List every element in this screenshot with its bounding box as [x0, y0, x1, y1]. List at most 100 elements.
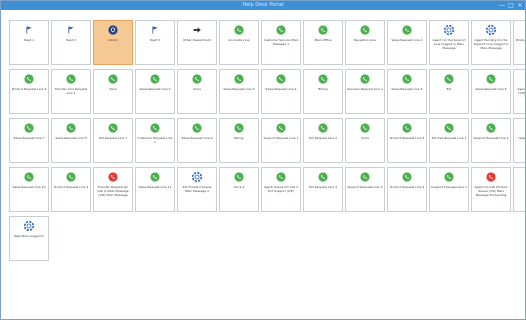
tile-label: Product Request Line 4 [53, 185, 89, 189]
tile[interactable]: Support Changes Line 1 [429, 167, 469, 212]
tile-label: Agent On the Support Line Logged in Main… [432, 38, 466, 50]
tile[interactable]: Voice [345, 118, 385, 163]
tile-label: Billing [318, 87, 328, 91]
tile[interactable]: Dept 2 [51, 20, 91, 65]
tile[interactable]: Ext Forward Queue Main Message 2 [177, 167, 217, 212]
tile[interactable]: Billing [219, 118, 259, 163]
tile[interactable]: Agent On Call Product Queue (VIP) Main M… [471, 167, 511, 212]
tile[interactable]: Reception Line [345, 20, 385, 65]
phone-green-icon [486, 74, 496, 84]
tile[interactable]: Agent Pending On the Support Line Logged… [471, 20, 511, 65]
tile[interactable]: Accounts Line [219, 20, 259, 65]
tile[interactable]: Sales Request Line 4 [261, 69, 301, 114]
tile[interactable]: Main Office [303, 20, 343, 65]
tile[interactable]: Admin [93, 20, 133, 65]
tile[interactable]: Product Request Line 1 [513, 20, 525, 65]
phone-green-icon [276, 25, 286, 35]
tile[interactable]: Billing [303, 69, 343, 114]
phone-green-icon [234, 172, 244, 182]
tile[interactable]: Ext Request Line 3 [303, 167, 343, 212]
tile[interactable]: Services Request Line 1 [345, 69, 385, 114]
tile[interactable]: Sales Request Line 5 [387, 69, 427, 114]
help-disc-icon [108, 25, 118, 35]
tile[interactable]: Dept 1 [9, 20, 49, 65]
tile-label: Main Office [314, 38, 332, 42]
flag-icon [24, 25, 34, 35]
tile-label: Reception Line [353, 38, 377, 42]
tile[interactable]: Voice [177, 69, 217, 114]
phone-green-icon [192, 123, 202, 133]
tile-label: Sales Request Line 5 [391, 87, 423, 91]
flag-icon [66, 25, 76, 35]
tile[interactable]: Ext [429, 69, 469, 114]
tile[interactable]: Dept 3 [135, 20, 175, 65]
close-button[interactable]: × [517, 1, 523, 10]
phone-green-icon [276, 172, 286, 182]
tile[interactable]: Product Request Line 3 [387, 118, 427, 163]
phone-green-icon [234, 25, 244, 35]
title-bar[interactable]: Help Desk Portal — □ × [1, 1, 525, 10]
tile-label: Transfer Line Request Line 1 [54, 87, 88, 95]
phone-green-icon [402, 74, 412, 84]
tile-label: Sales Request Line 10 [12, 185, 46, 189]
tile[interactable]: Sales Request Line 3 [219, 69, 259, 114]
phone-green-icon [360, 25, 370, 35]
tile[interactable]: Ext Request Line 2 [303, 118, 343, 163]
tile-label: Support Changes Line 1 [431, 185, 467, 189]
tile[interactable]: Sales Request Line 7 [9, 118, 49, 163]
tile-label: Agent On Call Product Queue (VIP) Main M… [474, 185, 508, 197]
lifebuoy-icon [486, 25, 496, 35]
phone-green-icon [66, 123, 76, 133]
phone-green-icon [66, 172, 76, 182]
lifebuoy-icon [192, 172, 202, 182]
tile[interactable]: Help Main Message Line 2 [513, 118, 525, 163]
tile-label: Customer Service Main Message 1 [263, 38, 299, 46]
tile[interactable]: Sales Request Line 10 [9, 167, 49, 212]
tile-label: Dept 3 [149, 38, 161, 42]
flag-icon [150, 25, 160, 35]
minimize-button[interactable]: — [499, 1, 505, 10]
tile[interactable]: Ext Request Line 1 [93, 118, 133, 163]
tile[interactable]: Voice 2 [219, 167, 259, 212]
tile[interactable]: Product Request Line 2 [9, 69, 49, 114]
tile[interactable]: Customer Request Line 1 [135, 118, 175, 163]
tile[interactable]: Product Request Line 5 [387, 167, 427, 212]
phone-green-icon [318, 74, 328, 84]
tile-label: Sales Request Line 6 [475, 87, 507, 91]
tile[interactable]: Sales Request Line 8 [51, 118, 91, 163]
tile[interactable]: Agent Queue On Call 2 Ext Support (VIP) [261, 167, 301, 212]
phone-green-icon [402, 123, 412, 133]
tile-label: Voice [193, 87, 201, 91]
tile[interactable]: Agent On Call Queue (VIP) Main Message F… [513, 69, 525, 114]
tile[interactable]: Support Request Line 1 [261, 118, 301, 163]
phone-green-icon [150, 172, 160, 182]
tile-label: Support Request Line 3 [347, 185, 383, 189]
tile[interactable]: Ext Ops Request Line 1 [429, 118, 469, 163]
tile-label: Agent On Call Queue (VIP) Main Message F… [517, 87, 525, 99]
tile[interactable]: Product Request Line 4 [51, 167, 91, 212]
tile[interactable]: Agent On the Support Line Logged in Main… [429, 20, 469, 65]
tile-label: Product Request Line 2 [11, 87, 47, 91]
tile-label: Ext Request Line 3 [308, 185, 338, 189]
tile[interactable]: Help Main Logged In [9, 216, 49, 261]
tile[interactable]: Transfer Line Request Line 1 [51, 69, 91, 114]
phone-green-icon [360, 74, 370, 84]
phone-green-icon [66, 74, 76, 84]
tile[interactable]: Sales Request Line 2 [135, 69, 175, 114]
tile-label: Support Request Line 2 [473, 136, 509, 140]
tile[interactable]: Transfer Request On Call Q Main Message … [93, 167, 133, 212]
tile[interactable]: Voice [93, 69, 133, 114]
tile[interactable]: Customer Service Main Message 1 [261, 20, 301, 65]
tile[interactable]: Sales Request Line 9 [177, 118, 217, 163]
tile-grid: Dept 1 Dept 2 Admin Dept 3 Other Department A… [9, 20, 525, 261]
tile[interactable]: Voice [513, 167, 525, 212]
tile[interactable]: Support Request Line 3 [345, 167, 385, 212]
tile-label: Voice [109, 87, 117, 91]
tile[interactable]: Sales Request Line 11 [135, 167, 175, 212]
tile[interactable]: Other Department [177, 20, 217, 65]
phone-green-icon [360, 172, 370, 182]
tile[interactable]: Sales Request Line 1 [387, 20, 427, 65]
tile[interactable]: Sales Request Line 6 [471, 69, 511, 114]
maximize-button[interactable]: □ [508, 1, 514, 10]
tile[interactable]: Support Request Line 2 [471, 118, 511, 163]
